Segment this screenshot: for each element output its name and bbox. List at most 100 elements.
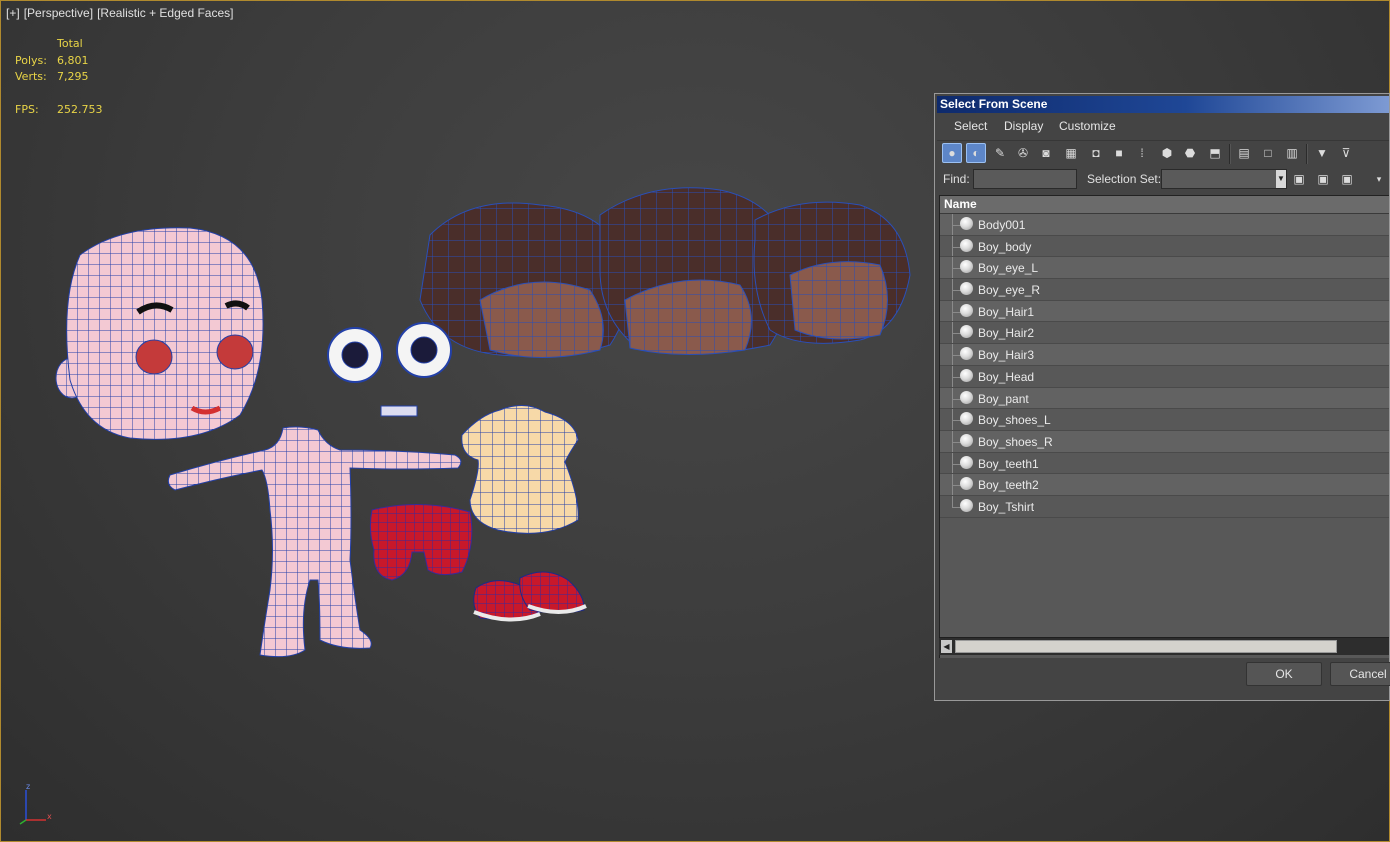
display-all-icon[interactable]: ▤ — [1234, 143, 1254, 163]
toolbar-separator — [1229, 144, 1231, 164]
geometry-object-icon — [960, 325, 973, 339]
display-spacewarps-icon[interactable]: ▦ — [1061, 143, 1081, 163]
geometry-object-icon — [960, 477, 973, 491]
object-name: Boy_body — [978, 239, 1032, 254]
filter-icon[interactable]: ▼ — [1312, 143, 1332, 163]
list-item[interactable]: Boy_teeth1 — [940, 452, 1389, 475]
name-column-header[interactable]: Name — [940, 196, 1389, 214]
menu-select[interactable]: Select — [954, 119, 987, 133]
object-name: Boy_teeth2 — [978, 478, 1039, 493]
geometry-object-icon — [960, 282, 973, 296]
ok-button[interactable]: OK — [1246, 662, 1322, 686]
object-list[interactable]: Name Body001 Boy_body Boy_eye_L Boy_eye_R Bo… — [939, 195, 1389, 658]
display-groups-icon[interactable]: ◘ — [1086, 143, 1106, 163]
object-name: Boy_teeth1 — [978, 456, 1039, 471]
list-item[interactable]: Boy_body — [940, 235, 1389, 258]
list-item[interactable]: Boy_teeth2 — [940, 474, 1389, 496]
stats-fps-value: 252.753 — [57, 103, 103, 116]
viewport-shading-label[interactable]: [Realistic + Edged Faces] — [97, 6, 233, 20]
viewport-label[interactable]: [+] [Perspective] [Realistic + Edged Faces… — [6, 6, 237, 20]
remove-from-selection-set-icon[interactable]: ▣ — [1337, 169, 1357, 189]
display-containers-icon[interactable]: ⬢ — [1157, 143, 1177, 163]
axis-z-label: z — [26, 782, 30, 791]
geometry-object-icon — [960, 498, 973, 512]
add-to-selection-set-icon[interactable]: ▣ — [1313, 169, 1333, 189]
object-rows: Body001 Boy_body Boy_eye_L Boy_eye_R Boy_Hai… — [940, 214, 1389, 518]
find-label: Find: — [943, 172, 970, 186]
find-input[interactable] — [973, 169, 1077, 189]
viewport-menu-plus[interactable]: [+] — [6, 6, 20, 20]
menu-customize[interactable]: Customize — [1059, 119, 1116, 133]
toolbar-overflow-icon[interactable]: ▾ — [1369, 169, 1389, 189]
stats-polys-value: 6,801 — [57, 53, 89, 67]
cancel-button[interactable]: Cancel — [1330, 662, 1390, 686]
eye-models — [327, 322, 452, 383]
display-bones-icon[interactable]: ⁞ — [1132, 143, 1152, 163]
chevron-down-icon[interactable]: ▼ — [1276, 170, 1286, 188]
object-name: Boy_shoes_L — [978, 413, 1051, 428]
list-item[interactable]: Boy_Hair1 — [940, 300, 1389, 323]
display-invert-icon[interactable]: ▥ — [1282, 143, 1302, 163]
scrollbar-thumb[interactable] — [955, 640, 1337, 653]
selection-set-label: Selection Set: — [1087, 172, 1162, 186]
object-name: Boy_Head — [978, 369, 1035, 384]
stats-verts-value: 7,295 — [57, 70, 89, 83]
list-item[interactable]: Body001 — [940, 214, 1389, 236]
display-geometry-icon[interactable]: ● — [942, 143, 962, 163]
list-item[interactable]: Boy_Tshirt — [940, 495, 1389, 518]
create-selection-set-icon[interactable]: ▣ — [1289, 169, 1309, 189]
object-name: Boy_Hair1 — [978, 304, 1035, 319]
display-frozen-icon[interactable]: ⬣ — [1180, 143, 1200, 163]
select-from-scene-dialog[interactable]: Select From Scene Select Display Customi… — [934, 93, 1390, 701]
object-name: Boy_Tshirt — [978, 499, 1035, 514]
geometry-object-icon — [960, 412, 973, 426]
display-shapes-icon[interactable]: ◐ — [966, 143, 986, 163]
selection-set-dropdown[interactable]: ▼ — [1161, 169, 1287, 189]
toolbar-separator — [1306, 144, 1308, 164]
tree-line — [952, 495, 953, 507]
geometry-object-icon — [960, 303, 973, 317]
object-name: Body001 — [978, 218, 1026, 232]
display-none-icon[interactable]: □ — [1258, 143, 1278, 163]
filter-options-icon[interactable]: ⊽ — [1336, 143, 1356, 163]
stats-polys-label: Polys: — [15, 53, 47, 67]
viewport-view-label[interactable]: [Perspective] — [24, 6, 93, 20]
horizontal-scrollbar[interactable]: ◀ — [939, 637, 1389, 655]
geometry-object-icon — [960, 260, 973, 274]
display-helpers-icon[interactable]: ◙ — [1036, 143, 1056, 163]
menu-display[interactable]: Display — [1004, 119, 1043, 133]
list-item[interactable]: Boy_shoes_L — [940, 409, 1389, 431]
geometry-object-icon — [960, 347, 973, 361]
object-name: Boy_Hair3 — [978, 348, 1035, 363]
list-item[interactable]: Boy_Hair2 — [940, 322, 1389, 345]
display-cameras-icon[interactable]: ✇ — [1013, 143, 1033, 163]
stats-total-label: Total — [57, 37, 83, 50]
list-item[interactable]: Boy_eye_R — [940, 279, 1389, 301]
stats-verts-label: Verts: — [15, 70, 47, 83]
object-name: Boy_eye_L — [978, 261, 1039, 276]
object-name: Boy_eye_R — [978, 283, 1041, 298]
geometry-object-icon — [960, 238, 973, 252]
dialog-titlebar[interactable]: Select From Scene — [937, 96, 1389, 113]
list-item[interactable]: Boy_eye_L — [940, 257, 1389, 280]
shirt-model — [461, 405, 579, 534]
stats-fps-label: FPS: — [15, 103, 39, 116]
list-item[interactable]: Boy_Hair3 — [940, 344, 1389, 366]
display-hidden-icon[interactable]: ⬒ — [1205, 143, 1225, 163]
geometry-object-icon — [960, 217, 973, 230]
find-row: Find: Selection Set: ▼ ▣ ▣ ▣ ▾ — [937, 167, 1389, 191]
object-name: Boy_pant — [978, 391, 1029, 406]
display-xrefs-icon[interactable]: ■ — [1109, 143, 1129, 163]
teeth-model — [380, 405, 418, 417]
list-item[interactable]: Boy_pant — [940, 387, 1389, 410]
list-item[interactable]: Boy_Head — [940, 365, 1389, 388]
geometry-object-icon — [960, 455, 973, 469]
geometry-object-icon — [960, 433, 973, 447]
scroll-left-icon[interactable]: ◀ — [941, 640, 952, 653]
display-lights-icon[interactable]: ✎ — [990, 143, 1010, 163]
pants-model — [369, 503, 473, 581]
axis-gizmo-icon: z x — [19, 782, 52, 825]
list-item[interactable]: Boy_shoes_R — [940, 430, 1389, 453]
hair-models — [419, 187, 911, 358]
object-name: Boy_Hair2 — [978, 326, 1035, 341]
